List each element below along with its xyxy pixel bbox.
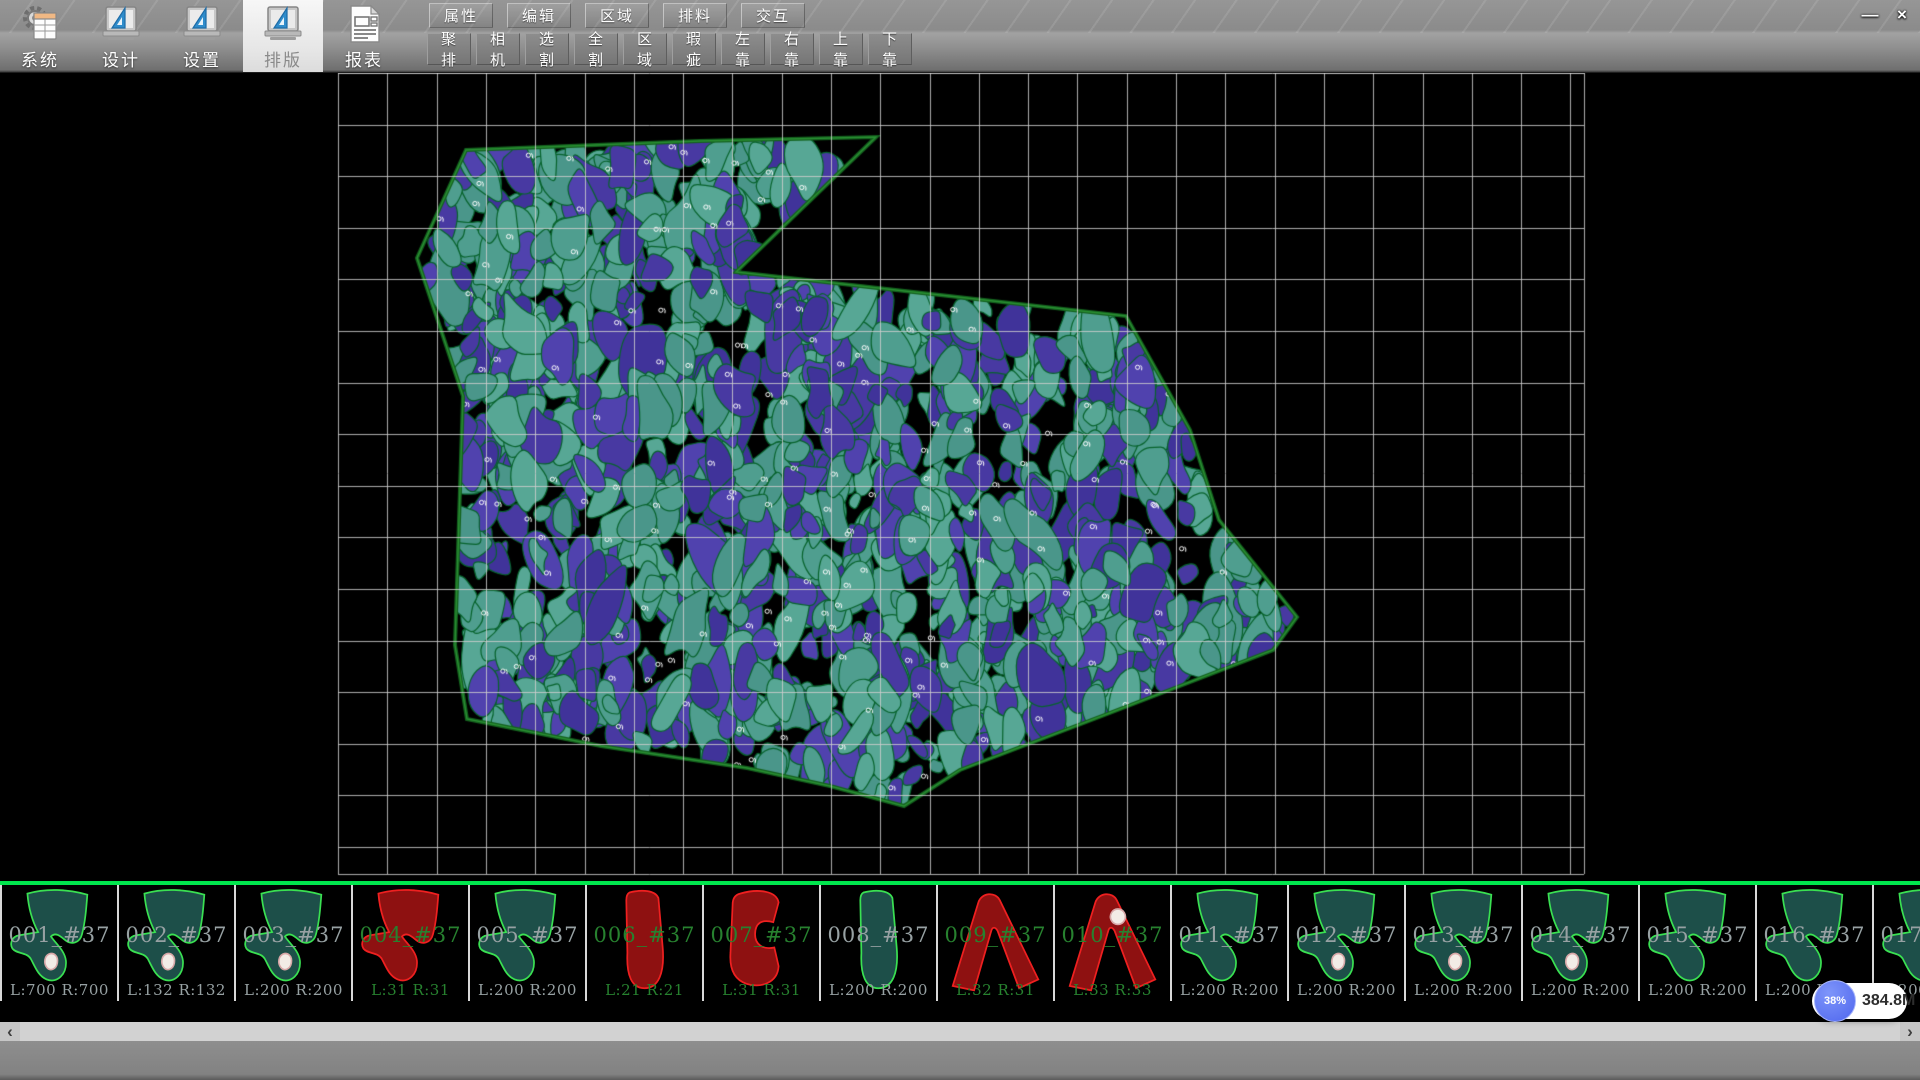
statusbar	[0, 1041, 1920, 1080]
piece-lr-label: L:200 R:200	[236, 981, 351, 999]
piece-thumbnail-004_#37[interactable]: 004_#37 L:31 R:31	[353, 885, 470, 1001]
report-icon	[343, 3, 385, 45]
piece-thumbnail-002_#37[interactable]: 002_#37 L:132 R:132	[119, 885, 236, 1001]
scroll-left-arrow[interactable]: ‹	[0, 1022, 20, 1041]
piece-id-label: 003_#37	[236, 923, 351, 947]
piece-id-label: 002_#37	[119, 923, 234, 947]
piece-thumbnail-003_#37[interactable]: 003_#37 L:200 R:200	[236, 885, 353, 1001]
piece-id-label: 013_#37	[1406, 923, 1521, 947]
tool-button-10[interactable]: 下靠	[868, 33, 912, 65]
piece-thumbnail-001_#37[interactable]: 001_#37 L:700 R:700	[2, 885, 119, 1001]
pieces-strip-cells: 001_#37 L:700 R:700 002_#37 L:132 R:132 …	[0, 885, 1920, 1001]
nesting-canvas[interactable]	[0, 73, 1920, 881]
piece-lr-label: L:200 R:200	[1172, 981, 1287, 999]
piece-id-label: 007_#37	[704, 923, 819, 947]
piece-thumbnail-007_#37[interactable]: 007_#37 L:31 R:31	[704, 885, 821, 1001]
piece-lr-label: L:700 R:700	[2, 981, 117, 999]
close-button[interactable]: ×	[1887, 2, 1917, 27]
piece-thumbnail-015_#37[interactable]: 015_#37 L:200 R:200	[1640, 885, 1757, 1001]
piece-id-label: 016_#37	[1757, 923, 1872, 947]
percent-value: 38%	[1824, 995, 1846, 1007]
piece-id-label: 014_#37	[1523, 923, 1638, 947]
menu-button-5[interactable]: 交互	[741, 3, 805, 28]
percent-indicator: 38%	[1814, 980, 1856, 1022]
piece-thumbnail-011_#37[interactable]: 011_#37 L:200 R:200	[1172, 885, 1289, 1001]
minimize-button[interactable]: —	[1855, 2, 1885, 27]
piece-lr-label: L:200 R:200	[1406, 981, 1521, 999]
scroll-track[interactable]	[20, 1022, 1900, 1041]
menu-button-2[interactable]: 编辑	[507, 3, 571, 28]
piece-lr-label: L:132 R:132	[119, 981, 234, 999]
tab-system[interactable]: 系统	[0, 0, 80, 72]
piece-id-label: 015_#37	[1640, 923, 1755, 947]
piece-lr-label: L:200 R:200	[1523, 981, 1638, 999]
system-icon	[19, 3, 61, 45]
piece-lr-label: L:31 R:31	[704, 981, 819, 999]
window-controls: — ×	[1853, 2, 1917, 27]
tab-label: 系统	[21, 46, 59, 71]
tab-label: 设计	[102, 46, 140, 71]
tool-button-8[interactable]: 右靠	[770, 33, 814, 65]
piece-thumbnail-013_#37[interactable]: 013_#37 L:200 R:200	[1406, 885, 1523, 1001]
menu-row: 属性编辑区域排料交互	[429, 3, 819, 28]
menu-button-4[interactable]: 排料	[663, 3, 727, 28]
piece-id-label: 005_#37	[470, 923, 585, 947]
piece-thumbnail-010_#37[interactable]: 010_#37 L:33 R:33	[1055, 885, 1172, 1001]
tool-row: 聚排相机选割全割区域瑕疵左靠右靠上靠下靠	[427, 33, 917, 65]
piece-lr-label: L:31 R:31	[353, 981, 468, 999]
piece-lr-label: L:200 R:200	[821, 981, 936, 999]
piece-id-label: 008_#37	[821, 923, 936, 947]
tab-label: 设置	[183, 46, 221, 71]
memory-badge[interactable]: 38% 384.8M	[1812, 983, 1907, 1019]
piece-id-label: 012_#37	[1289, 923, 1404, 947]
menu-button-1[interactable]: 属性	[429, 3, 493, 28]
settings-icon	[181, 3, 223, 45]
nesting-viewport[interactable]	[0, 73, 1920, 881]
piece-id-label: 010_#37	[1055, 923, 1170, 947]
tab-design[interactable]: 设计	[81, 0, 161, 72]
pieces-strip: 001_#37 L:700 R:700 002_#37 L:132 R:132 …	[0, 881, 1920, 1022]
tab-label: 排版	[264, 46, 302, 71]
piece-lr-label: L:21 R:21	[587, 981, 702, 999]
memory-value: 384.8M	[1862, 992, 1915, 1010]
piece-lr-label: L:200 R:200	[1640, 981, 1755, 999]
tool-button-6[interactable]: 瑕疵	[672, 33, 716, 65]
piece-id-label: 017_#37	[1874, 923, 1920, 947]
layout-icon	[262, 3, 304, 45]
tab-report[interactable]: 报表	[324, 0, 404, 72]
tool-button-9[interactable]: 上靠	[819, 33, 863, 65]
piece-id-label: 011_#37	[1172, 923, 1287, 947]
piece-lr-label: L:200 R:200	[1289, 981, 1404, 999]
piece-thumbnail-006_#37[interactable]: 006_#37 L:21 R:21	[587, 885, 704, 1001]
piece-lr-label: L:33 R:33	[1055, 981, 1170, 999]
piece-thumbnail-009_#37[interactable]: 009_#37 L:32 R:31	[938, 885, 1055, 1001]
titlebar: 系统 设计 设置 排版 报表 属性编辑区域排料交互 聚排相机选割全割区域瑕疵左靠…	[0, 0, 1920, 73]
tool-button-1[interactable]: 聚排	[427, 33, 471, 65]
tool-button-2[interactable]: 相机	[476, 33, 520, 65]
piece-thumbnail-012_#37[interactable]: 012_#37 L:200 R:200	[1289, 885, 1406, 1001]
tool-button-7[interactable]: 左靠	[721, 33, 765, 65]
tab-settings[interactable]: 设置	[162, 0, 242, 72]
tool-button-5[interactable]: 区域	[623, 33, 667, 65]
piece-thumbnail-014_#37[interactable]: 014_#37 L:200 R:200	[1523, 885, 1640, 1001]
piece-thumbnail-005_#37[interactable]: 005_#37 L:200 R:200	[470, 885, 587, 1001]
menu-button-3[interactable]: 区域	[585, 3, 649, 28]
application-window: 系统 设计 设置 排版 报表 属性编辑区域排料交互 聚排相机选割全割区域瑕疵左靠…	[0, 0, 1920, 1080]
piece-id-label: 004_#37	[353, 923, 468, 947]
design-icon	[100, 3, 142, 45]
tab-label: 报表	[345, 46, 383, 71]
piece-lr-label: L:32 R:31	[938, 981, 1053, 999]
tool-button-3[interactable]: 选割	[525, 33, 569, 65]
piece-id-label: 006_#37	[587, 923, 702, 947]
piece-lr-label: L:200 R:200	[470, 981, 585, 999]
piece-id-label: 009_#37	[938, 923, 1053, 947]
tool-button-4[interactable]: 全割	[574, 33, 618, 65]
piece-id-label: 001_#37	[2, 923, 117, 947]
main-toolbar-tabs: 系统 设计 设置 排版 报表	[0, 0, 405, 72]
piece-thumbnail-008_#37[interactable]: 008_#37 L:200 R:200	[821, 885, 938, 1001]
horizontal-scrollbar[interactable]: ‹ ›	[0, 1022, 1920, 1041]
scroll-right-arrow[interactable]: ›	[1900, 1022, 1920, 1041]
tab-layout[interactable]: 排版	[243, 0, 323, 72]
